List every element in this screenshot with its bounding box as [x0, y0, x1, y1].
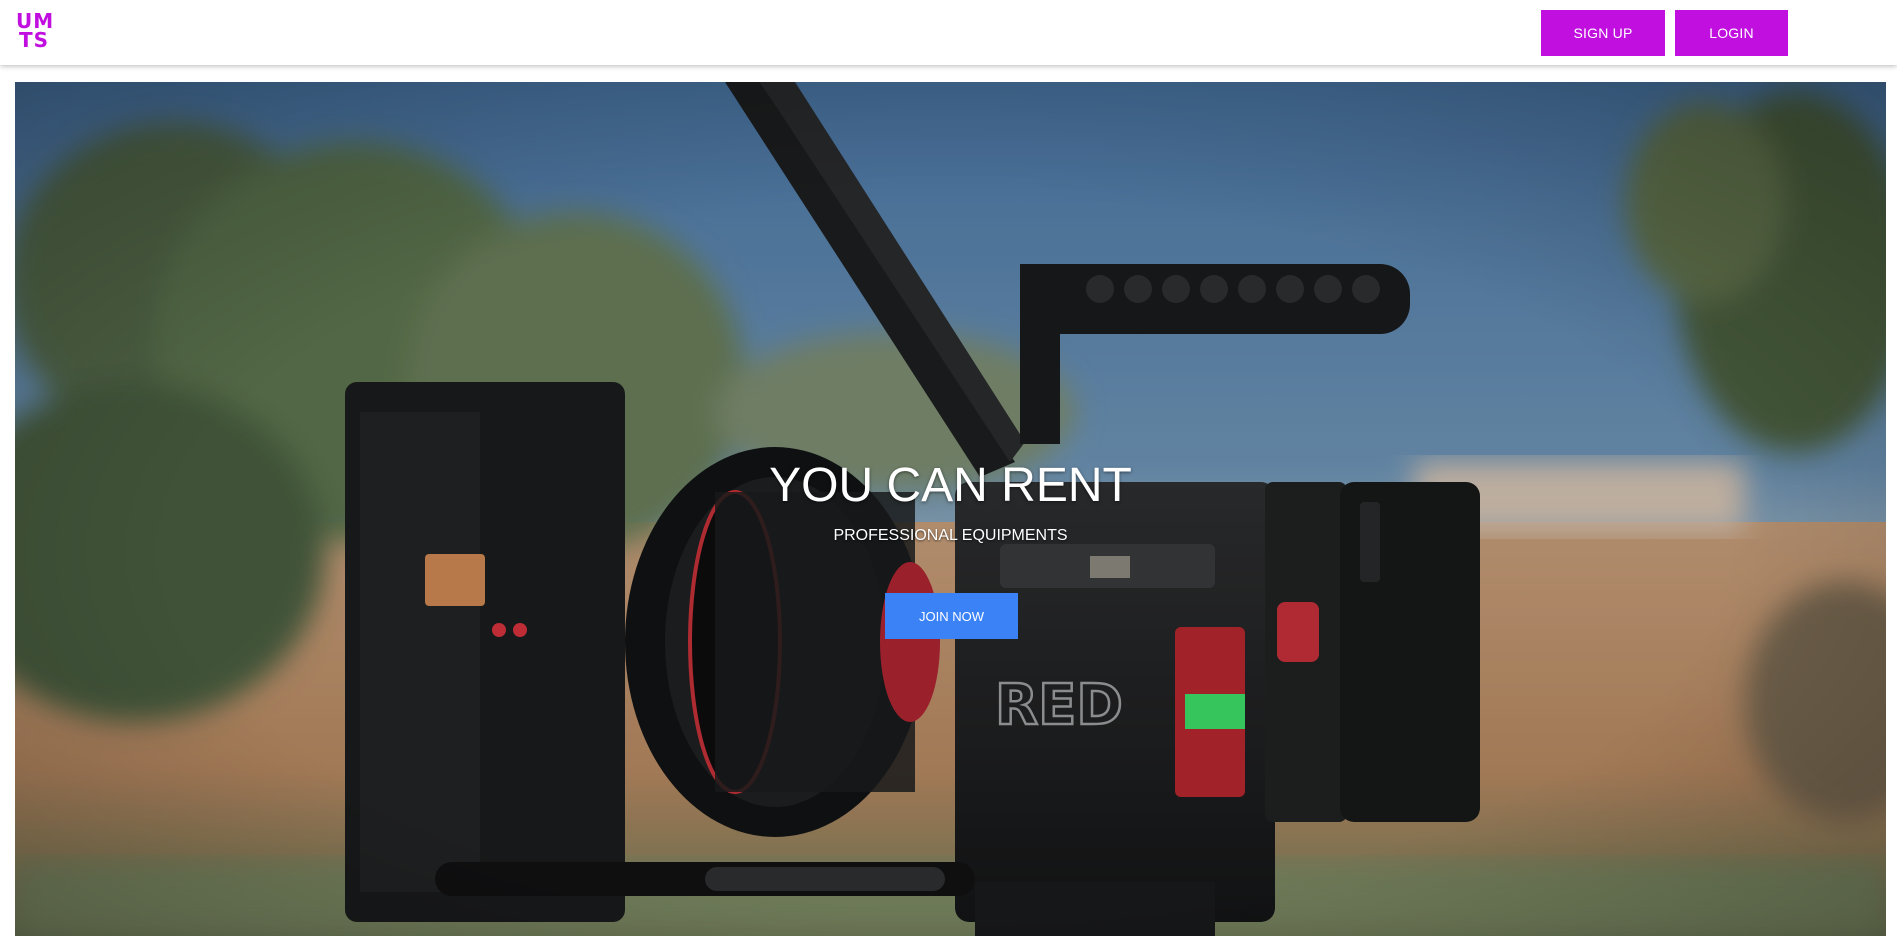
hero-title: YOU CAN RENT — [769, 459, 1132, 512]
umts-logo[interactable]: UM TS — [16, 11, 60, 52]
top-navbar: UM TS SIGN UP LOGIN — [0, 0, 1897, 65]
logo-text-line2: TS — [19, 28, 50, 52]
hero-subtitle: PROFESSIONAL EQUIPMENTS — [833, 527, 1068, 544]
join-now-button[interactable]: JOIN NOW — [885, 593, 1018, 639]
signup-button[interactable]: SIGN UP — [1541, 10, 1665, 56]
login-button[interactable]: LOGIN — [1675, 10, 1788, 56]
hero-banner: RED YOU CAN RENT PROFESSIONAL EQUIPMENTS… — [15, 82, 1886, 936]
